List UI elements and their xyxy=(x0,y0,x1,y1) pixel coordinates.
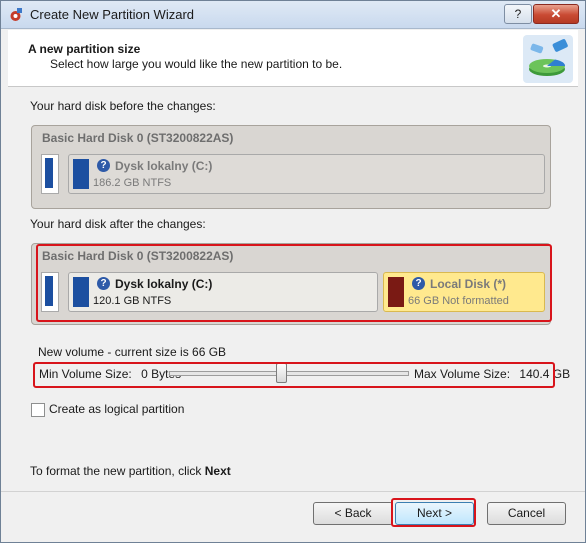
after-label: Your hard disk after the changes: xyxy=(30,217,206,231)
slider-highlight-frame xyxy=(33,362,555,388)
volume-label: New volume - current size is 66 GB xyxy=(38,345,227,359)
disk-before-name: Basic Hard Disk 0 (ST3200822AS) xyxy=(42,131,234,145)
wizard-app-icon xyxy=(10,8,22,21)
before-label: Your hard disk before the changes: xyxy=(30,99,216,113)
partition-swatch xyxy=(73,159,89,189)
wizard-window: Create New Partition Wizard ? ✕ A new pa… xyxy=(0,0,586,543)
back-button[interactable]: < Back xyxy=(313,502,393,525)
cancel-button[interactable]: Cancel xyxy=(487,502,566,525)
partition-wizard-icon xyxy=(523,35,573,83)
partition-c-before: ? Dysk lokalny (C:) 186.2 GB NTFS xyxy=(68,154,545,194)
title-bar[interactable]: Create New Partition Wizard ? ✕ xyxy=(1,1,585,29)
page-title: A new partition size xyxy=(28,42,141,56)
reserved-partition-block xyxy=(41,154,59,194)
question-icon: ? xyxy=(97,159,110,172)
help-button[interactable]: ? xyxy=(504,4,532,24)
after-highlight-frame xyxy=(36,244,552,322)
close-button[interactable]: ✕ xyxy=(533,4,579,24)
format-hint-next: Next xyxy=(204,464,231,478)
partition-c-before-size: 186.2 GB NTFS xyxy=(93,177,172,189)
disk-before-box: Basic Hard Disk 0 (ST3200822AS) ? Dysk l… xyxy=(31,125,551,209)
logical-partition-label[interactable]: Create as logical partition xyxy=(49,402,184,416)
partition-c-before-name: Dysk lokalny (C:) xyxy=(115,159,213,173)
window-title: Create New Partition Wizard xyxy=(30,7,194,22)
format-hint-text: To format the new partition, click xyxy=(30,464,205,478)
format-hint: To format the new partition, click Next xyxy=(30,464,231,478)
wizard-header: A new partition size Select how large yo… xyxy=(8,30,578,87)
page-subtitle: Select how large you would like the new … xyxy=(50,57,343,71)
next-highlight-frame xyxy=(391,498,476,527)
footer-divider xyxy=(1,491,585,492)
logical-partition-checkbox[interactable] xyxy=(31,403,45,417)
